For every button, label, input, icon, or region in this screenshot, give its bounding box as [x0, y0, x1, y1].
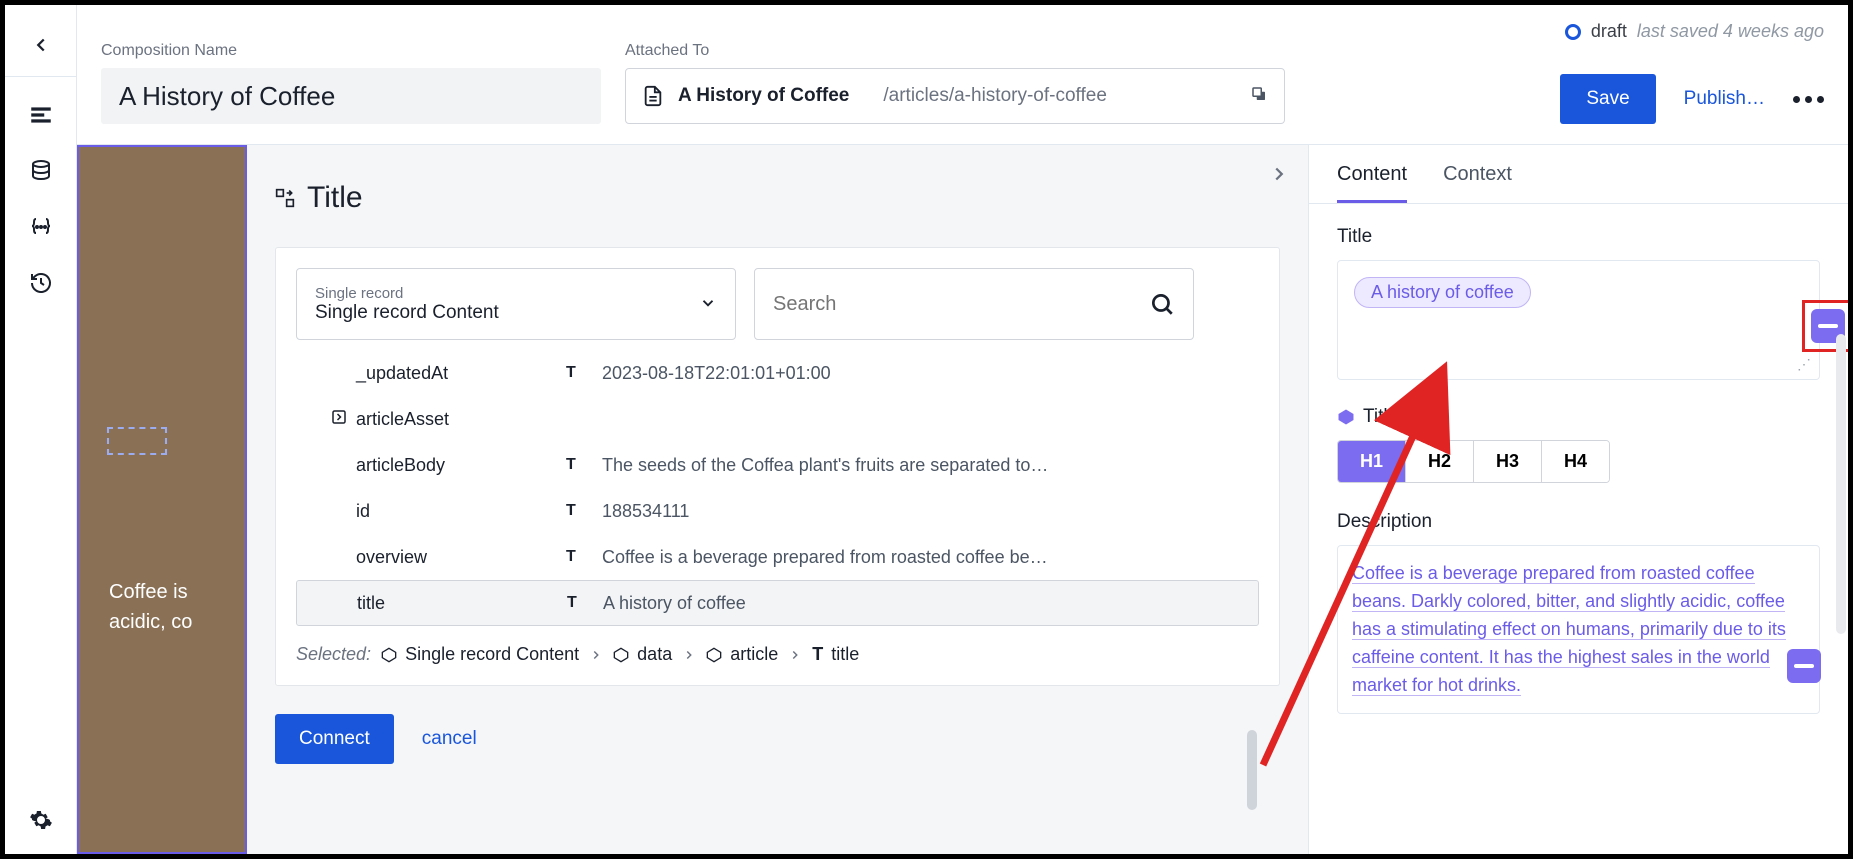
composition-name-input[interactable] — [101, 68, 601, 124]
title-style-label: Title Style — [1337, 406, 1820, 428]
heading-h1-button[interactable]: H1 — [1338, 441, 1406, 482]
selected-label: Selected: — [296, 644, 371, 665]
search-icon — [1149, 291, 1175, 317]
status-text: draft — [1591, 21, 1627, 42]
description-field[interactable]: Coffee is a beverage prepared from roast… — [1337, 545, 1820, 714]
structure-icon[interactable] — [27, 101, 55, 129]
description-label: Description — [1337, 511, 1820, 533]
map-field-icon — [275, 188, 295, 208]
connect-button[interactable]: Connect — [275, 714, 394, 764]
heading-h3-button[interactable]: H3 — [1474, 441, 1542, 482]
canvas-preview[interactable]: Coffee is acidic, co — [77, 145, 247, 854]
attached-title: A History of Coffee — [678, 85, 849, 107]
record-select[interactable]: Single record Single record Content — [296, 268, 736, 340]
title-chip[interactable]: A history of coffee — [1354, 277, 1531, 308]
title-field[interactable]: A history of coffee ⋰ — [1337, 260, 1820, 380]
scrollbar[interactable] — [1247, 730, 1257, 810]
title-property-label: Title — [1337, 226, 1820, 248]
attached-to-label: Attached To — [625, 42, 1285, 60]
search-box[interactable] — [754, 268, 1194, 340]
modal-title: Title — [307, 181, 363, 215]
record-row[interactable]: _updatedAt T 2023-08-18T22:01:01+01:00 — [296, 350, 1259, 396]
tab-context[interactable]: Context — [1443, 163, 1512, 203]
path-segment[interactable]: data — [613, 644, 672, 665]
copy-icon[interactable] — [1250, 85, 1268, 108]
attached-to-box[interactable]: A History of Coffee /articles/a-history-… — [625, 68, 1285, 124]
record-row[interactable]: articleAsset — [296, 396, 1259, 442]
path-segment[interactable]: T title — [812, 644, 859, 665]
settings-icon[interactable] — [27, 806, 55, 834]
path-segment[interactable]: Single record Content — [381, 644, 579, 665]
record-row[interactable]: id T 188534111 — [296, 488, 1259, 534]
canvas-placeholder — [107, 427, 167, 455]
scrollbar[interactable] — [1836, 334, 1846, 634]
record-row-selected[interactable]: title T A history of coffee — [296, 580, 1259, 626]
database-icon[interactable] — [27, 157, 55, 185]
more-menu-button[interactable] — [1793, 96, 1824, 103]
path-segment[interactable]: article — [706, 644, 778, 665]
chevron-down-icon — [699, 294, 717, 317]
search-input[interactable] — [773, 293, 1149, 316]
history-icon[interactable] — [27, 269, 55, 297]
publish-button[interactable]: Publish… — [1684, 88, 1765, 110]
draft-status-icon — [1565, 24, 1581, 40]
description-chip[interactable]: Coffee is a beverage prepared from roast… — [1352, 563, 1786, 696]
resize-handle[interactable]: ⋰ — [1797, 356, 1811, 373]
canvas-text: Coffee is acidic, co — [109, 577, 192, 637]
title-style-group: H1 H2 H3 H4 — [1337, 440, 1610, 483]
tab-content[interactable]: Content — [1337, 163, 1407, 203]
save-button[interactable]: Save — [1560, 74, 1655, 124]
record-row[interactable]: articleBody T The seeds of the Coffea pl… — [296, 442, 1259, 488]
link-badge-icon[interactable] — [1787, 649, 1821, 683]
record-row[interactable]: overview T Coffee is a beverage prepared… — [296, 534, 1259, 580]
document-icon — [642, 85, 664, 107]
composition-name-label: Composition Name — [101, 42, 601, 60]
heading-h4-button[interactable]: H4 — [1542, 441, 1609, 482]
heading-h2-button[interactable]: H2 — [1406, 441, 1474, 482]
cancel-button[interactable]: cancel — [422, 728, 477, 750]
reference-icon — [306, 408, 356, 431]
json-icon[interactable] — [27, 213, 55, 241]
saved-text: last saved 4 weeks ago — [1637, 21, 1824, 42]
attached-path: /articles/a-history-of-coffee — [883, 85, 1107, 107]
collapse-panel-button[interactable] — [1268, 163, 1290, 190]
back-button[interactable] — [5, 13, 76, 77]
